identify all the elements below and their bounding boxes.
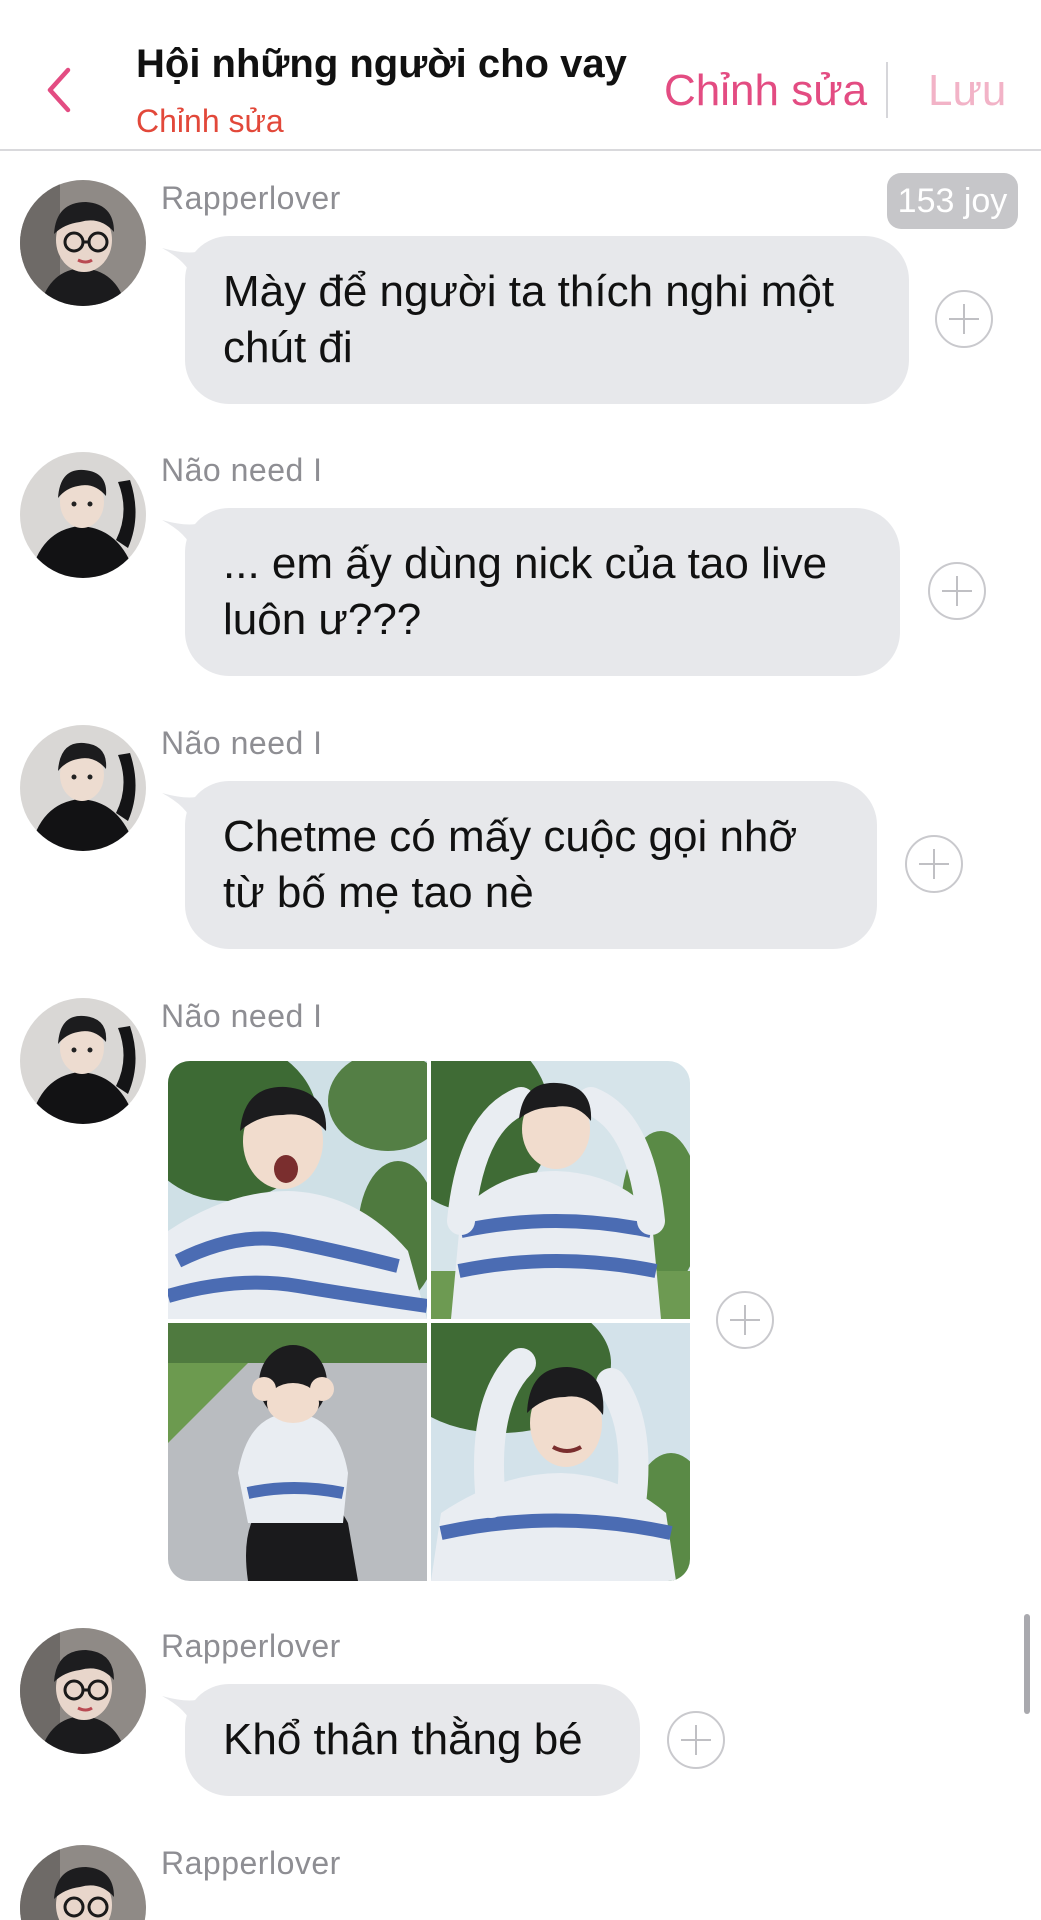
edit-button[interactable]: Chỉnh sửa <box>664 66 867 116</box>
sender-name: Não need I <box>161 725 323 761</box>
message-text-line: Chetme có mấy cuộc gọi nhỡ <box>223 812 798 861</box>
image-panel <box>431 1061 690 1319</box>
image-message[interactable] <box>168 1061 690 1581</box>
message-text-line: Mày để người ta thích nghi một <box>223 267 835 316</box>
image-panel <box>168 1323 427 1581</box>
avatar[interactable] <box>20 725 146 851</box>
add-reaction-button[interactable] <box>928 562 986 620</box>
scrollbar[interactable] <box>1024 1614 1030 1714</box>
sender-name: Rapperlover <box>161 180 341 216</box>
add-reaction-button[interactable] <box>905 835 963 893</box>
chat-subtitle[interactable]: Chỉnh sửa <box>136 103 284 140</box>
sender-name: Não need I <box>161 998 323 1034</box>
save-button[interactable]: Lưu <box>928 66 1006 116</box>
sender-name: Rapperlover <box>161 1628 341 1664</box>
header-divider <box>886 62 888 118</box>
avatar[interactable] <box>20 180 146 306</box>
message-text-line: luôn ư??? <box>223 595 422 644</box>
message-text-line: chút đi <box>223 323 353 372</box>
back-button[interactable] <box>40 64 80 116</box>
image-panel <box>168 1061 427 1319</box>
avatar[interactable] <box>20 1628 146 1754</box>
chat-header: Hội những người cho vay Chỉnh sửa Chỉnh … <box>0 0 1041 151</box>
chat-title: Hội những người cho vay <box>136 42 627 86</box>
sender-name: Rapperlover <box>161 1845 341 1881</box>
add-reaction-button[interactable] <box>667 1711 725 1769</box>
avatar[interactable] <box>20 998 146 1124</box>
joy-badge: 153 joy <box>887 173 1018 229</box>
image-panel <box>431 1323 690 1581</box>
add-reaction-button[interactable] <box>716 1291 774 1349</box>
message-text-line: Khổ thân thằng bé <box>223 1715 583 1764</box>
sender-name: Não need I <box>161 452 323 488</box>
chevron-left-icon <box>47 67 71 113</box>
message-text-line: từ bố mẹ tao nè <box>223 868 534 917</box>
message-text-line: ... em ấy dùng nick của tao live <box>223 539 828 588</box>
add-reaction-button[interactable] <box>935 290 993 348</box>
avatar[interactable] <box>20 1845 146 1920</box>
avatar[interactable] <box>20 452 146 578</box>
